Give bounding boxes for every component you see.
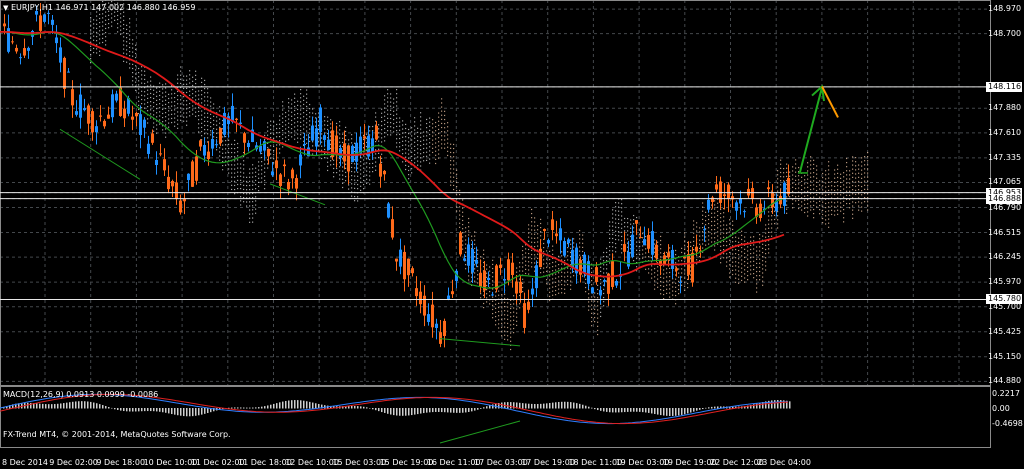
price-axis-label: 147.335 bbox=[988, 152, 1022, 162]
time-axis-label: 9 Dec 18:00 bbox=[96, 458, 146, 467]
time-axis-label: 8 Dec 2014 bbox=[2, 458, 49, 467]
time-axis-label: 18 Dec 11:00 bbox=[568, 458, 623, 467]
price-axis-label: 146.245 bbox=[988, 252, 1022, 262]
price-axis-label: 145.970 bbox=[988, 277, 1022, 287]
time-axis-label: 9 Dec 02:00 bbox=[49, 458, 98, 467]
price-axis-label: 145.700 bbox=[988, 301, 1022, 311]
price-axis-label: 148.116 bbox=[986, 81, 1022, 92]
time-axis-label: 10 Dec 10:00 bbox=[143, 458, 198, 467]
price-axis-label: 147.880 bbox=[988, 103, 1022, 113]
time-axis-label: 15 Dec 03:00 bbox=[332, 458, 387, 467]
symbol-label: EURJPY,H1 bbox=[10, 3, 53, 12]
time-axis-label: 11 Dec 18:00 bbox=[238, 458, 292, 467]
time-axis-label: 12 Dec 10:00 bbox=[285, 458, 339, 467]
time-axis-label: 23 Dec 04:00 bbox=[757, 458, 811, 467]
time-axis-label: 19 Dec 03:00 bbox=[615, 458, 670, 467]
macd-scale-bottom: -0.4698 bbox=[992, 419, 1023, 428]
price-axis-label: 144.880 bbox=[988, 376, 1022, 386]
price-axis-label: 146.790 bbox=[988, 202, 1022, 212]
time-axis-label: 17 Dec 03:00 bbox=[474, 458, 528, 467]
time-axis-label: 22 Dec 12:00 bbox=[710, 458, 764, 467]
price-axis-label: 148.700 bbox=[988, 28, 1022, 38]
time-axis-label: 19 Dec 19:00 bbox=[662, 458, 717, 467]
time-axis-label: 15 Dec 19:00 bbox=[379, 458, 434, 467]
down-triangle-icon[interactable]: ▼ bbox=[3, 4, 8, 12]
time-axis-label: 17 Dec 19:00 bbox=[521, 458, 575, 467]
price-axis-label: 147.610 bbox=[988, 127, 1022, 137]
price-axis-label: 147.065 bbox=[988, 177, 1022, 187]
macd-scale-top: 0.2217 bbox=[992, 389, 1020, 398]
macd-label: MACD(12,26,9) 0.0913 0.0999 -0.0086 bbox=[3, 390, 159, 399]
time-axis-label: 16 Dec 11:00 bbox=[426, 458, 481, 467]
price-axis-label: 148.970 bbox=[988, 4, 1022, 14]
price-axis-label: 146.515 bbox=[988, 227, 1022, 237]
time-axis-label: 11 Dec 02:00 bbox=[190, 458, 245, 467]
macd-scale-zero: 0.00 bbox=[992, 404, 1010, 413]
price-axis-label: 145.150 bbox=[988, 351, 1022, 361]
ohlc-readout: 146.971 147.002 146.880 146.959 bbox=[55, 3, 196, 12]
chart-header: ▼ EURJPY,H1 146.971 147.002 146.880 146.… bbox=[3, 3, 195, 12]
copyright-text: FX-Trend MT4, © 2001-2014, MetaQuotes So… bbox=[3, 430, 231, 439]
price-axis-label: 145.425 bbox=[988, 326, 1022, 336]
